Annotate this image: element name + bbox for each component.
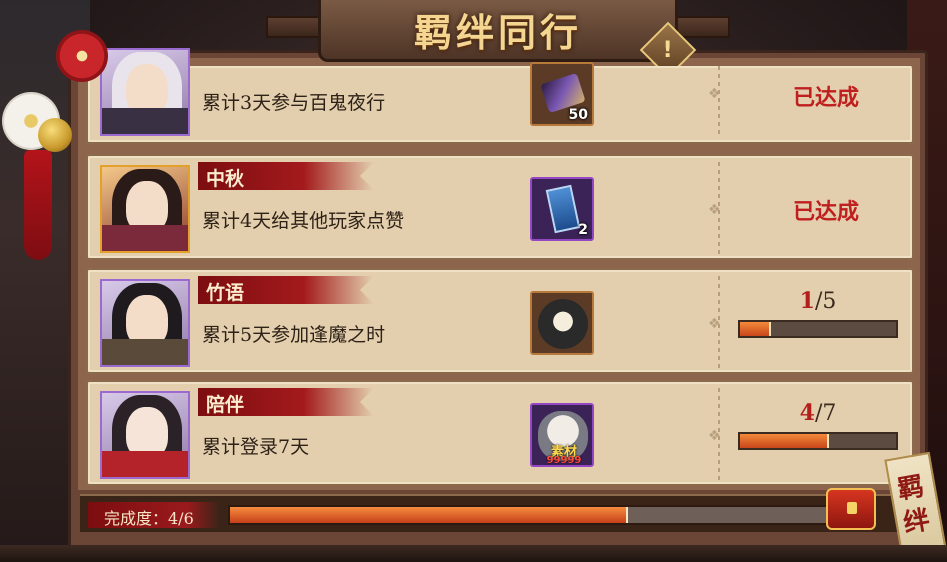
- title-banner: 羁绊同行: [318, 0, 678, 62]
- reward-item[interactable]: [530, 291, 594, 355]
- task-row: 累计3天参与百鬼夜行 50 ❖ 已达成: [86, 48, 914, 144]
- blue-ticket-icon: [545, 184, 581, 234]
- black-daruma-icon: [538, 299, 588, 349]
- progress-fill: [740, 322, 772, 336]
- progress-total: /7: [814, 401, 837, 426]
- tassel-decoration: [24, 150, 52, 260]
- bottom-strip: [0, 545, 947, 562]
- title-wing-left: [266, 16, 324, 38]
- task-description: 累计登录7天: [202, 436, 310, 458]
- completion-progress-bar: [228, 505, 828, 525]
- progress-total: /5: [814, 289, 837, 314]
- status-completed: 已达成: [792, 85, 859, 111]
- reward-item[interactable]: 2: [530, 177, 594, 241]
- reward-material-count: 99999: [546, 455, 582, 466]
- task-row: 陪伴 累计登录7天 素材 99999 ❖ 4/7: [86, 380, 914, 486]
- diamond-ornament-icon: ❖: [708, 428, 721, 444]
- progress-count: 4/7: [738, 400, 898, 426]
- character-name: 竹语: [206, 282, 245, 304]
- task-progress: 4/7: [738, 400, 898, 450]
- character-name-tag: 中秋: [198, 162, 374, 190]
- diamond-ornament-icon: ❖: [708, 202, 721, 218]
- character-avatar: [100, 391, 190, 479]
- treasure-chest-icon[interactable]: [826, 488, 876, 530]
- task-row: 竹语 累计5天参加逢魔之时 ❖ 1/5: [86, 268, 914, 374]
- diamond-ornament-icon: ❖: [708, 86, 721, 102]
- progress-fill: [740, 434, 830, 448]
- reward-quantity: 50: [568, 107, 588, 123]
- character-avatar: [100, 165, 190, 253]
- progress-current: 1: [799, 288, 815, 314]
- task-description: 累计5天参加逢魔之时: [202, 324, 386, 346]
- bell-decoration: [38, 118, 72, 152]
- exclamation-icon: !: [662, 37, 674, 63]
- character-name-tag: 竹语: [198, 276, 374, 304]
- completion-footer: 完成度：4/6: [80, 494, 928, 532]
- reward-item[interactable]: 50: [530, 62, 594, 126]
- completion-progress-fill: [230, 507, 628, 523]
- completion-label: 完成度：4/6: [104, 509, 194, 528]
- completion-label-tag: 完成度：4/6: [88, 502, 220, 528]
- page-title: 羁绊同行: [413, 10, 582, 55]
- diamond-ornament-icon: ❖: [708, 316, 721, 332]
- task-row: 中秋 累计4天给其他玩家点赞 2 ❖ 已达成: [86, 154, 914, 260]
- character-avatar: [100, 48, 190, 136]
- progress-current: 4: [799, 400, 815, 426]
- character-avatar: [100, 279, 190, 367]
- task-description: 累计3天参与百鬼夜行: [202, 92, 386, 114]
- reward-quantity: 2: [578, 222, 588, 238]
- side-banner-text: 羁绊: [895, 471, 933, 540]
- character-name: 陪伴: [206, 394, 245, 416]
- progress-count: 1/5: [738, 288, 898, 314]
- character-name: 中秋: [206, 168, 245, 190]
- character-name-tag: 陪伴: [198, 388, 374, 416]
- task-description: 累计4天给其他玩家点赞: [202, 210, 405, 232]
- red-flower-decoration: [56, 30, 108, 82]
- reward-item[interactable]: 素材 99999: [530, 403, 594, 467]
- status-completed: 已达成: [792, 199, 859, 225]
- progress-bar: [738, 432, 898, 450]
- task-progress: 1/5: [738, 288, 898, 338]
- progress-bar: [738, 320, 898, 338]
